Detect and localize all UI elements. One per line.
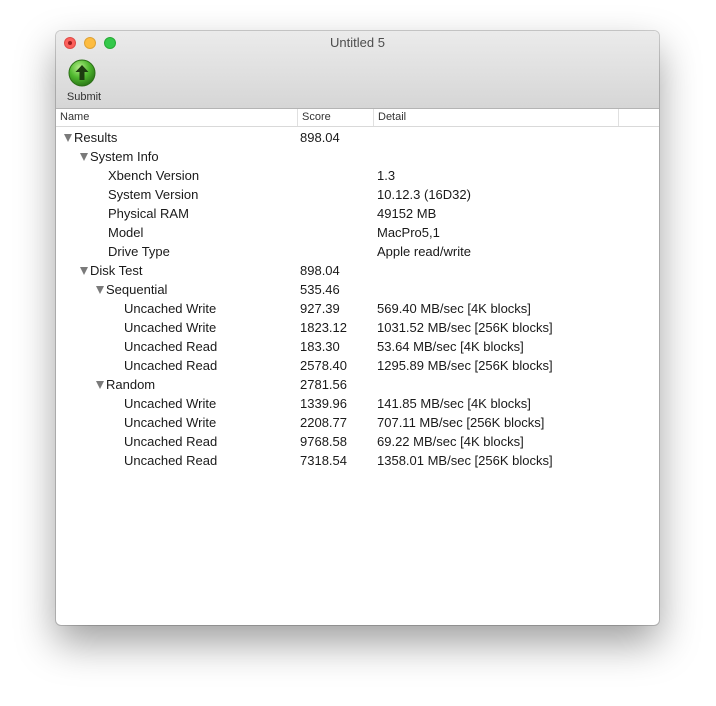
outline-row[interactable]: Uncached Read 183.30 53.64 MB/sec [4K bl… [56,337,659,356]
row-score: 183.30 [300,339,340,354]
title-bar[interactable]: Untitled 5 Submit [56,31,659,109]
row-detail: 53.64 MB/sec [4K blocks] [377,339,524,354]
column-header-extra [618,109,659,126]
row-name: System Version [108,187,199,202]
row-name: Uncached Write [124,396,217,411]
outline-row[interactable]: Model MacPro5,1 [56,223,659,242]
row-name: Xbench Version [108,168,200,183]
row-detail: 1.3 [377,168,396,183]
outline-row[interactable]: Results 898.04 [56,128,659,147]
disclosure-triangle-icon[interactable] [64,134,72,142]
column-header: Name Score Detail [56,109,659,127]
submit-label: Submit [66,91,102,103]
outline-row[interactable]: System Version 10.12.3 (16D32) [56,185,659,204]
row-name: Uncached Read [124,434,218,449]
disclosure-triangle-icon[interactable] [96,286,104,294]
row-detail: 69.22 MB/sec [4K blocks] [377,434,524,449]
row-score: 2208.77 [300,415,347,430]
row-detail: 1295.89 MB/sec [256K blocks] [377,358,553,373]
outline-row[interactable]: Uncached Write 1823.12 1031.52 MB/sec [2… [56,318,659,337]
outline-row[interactable]: Uncached Write 2208.77 707.11 MB/sec [25… [56,413,659,432]
results-outline[interactable]: Results 898.04 System Info Xbench Versio… [56,128,659,470]
row-name: Disk Test [90,263,143,278]
row-score: 898.04 [300,263,340,278]
row-score: 9768.58 [300,434,347,449]
outline-row[interactable]: Uncached Write 927.39 569.40 MB/sec [4K … [56,299,659,318]
outline-row[interactable]: Sequential 535.46 [56,280,659,299]
outline-row[interactable]: Xbench Version 1.3 [56,166,659,185]
outline-row[interactable]: Physical RAM 49152 MB [56,204,659,223]
row-name: Physical RAM [108,206,189,221]
row-name: Uncached Read [124,358,218,373]
row-name: Uncached Write [124,415,217,430]
column-header-detail[interactable]: Detail [373,109,618,126]
row-detail: 1358.01 MB/sec [256K blocks] [377,453,553,468]
upload-arrow-icon [68,59,96,87]
outline-row[interactable]: Uncached Read 9768.58 69.22 MB/sec [4K b… [56,432,659,451]
outline-row[interactable]: Uncached Read 7318.54 1358.01 MB/sec [25… [56,451,659,470]
row-detail: 141.85 MB/sec [4K blocks] [377,396,531,411]
outline-row[interactable]: Random 2781.56 [56,375,659,394]
row-score: 2578.40 [300,358,347,373]
row-name: Uncached Write [124,320,217,335]
row-detail: 49152 MB [377,206,437,221]
row-score: 898.04 [300,130,340,145]
outline-row[interactable]: Uncached Read 2578.40 1295.89 MB/sec [25… [56,356,659,375]
row-detail: Apple read/write [377,244,471,259]
row-score: 2781.56 [300,377,347,392]
row-name: Uncached Read [124,339,218,354]
row-detail: 707.11 MB/sec [256K blocks] [377,415,545,430]
column-header-score[interactable]: Score [297,109,373,126]
row-detail: MacPro5,1 [377,225,440,240]
disclosure-triangle-icon[interactable] [96,381,104,389]
xbench-window: Untitled 5 Submit Name Score Detail Resu… [56,31,659,625]
row-score: 535.46 [300,282,340,297]
column-header-name[interactable]: Name [56,109,297,126]
disclosure-triangle-icon[interactable] [80,267,88,275]
outline-row[interactable]: System Info [56,147,659,166]
row-detail: 1031.52 MB/sec [256K blocks] [377,320,553,335]
row-name: Uncached Read [124,453,218,468]
row-name: System Info [90,149,159,164]
submit-button[interactable]: Submit [62,59,106,105]
window-title: Untitled 5 [330,35,385,50]
row-detail: 569.40 MB/sec [4K blocks] [377,301,531,316]
outline-row[interactable]: Uncached Write 1339.96 141.85 MB/sec [4K… [56,394,659,413]
row-score: 7318.54 [300,453,347,468]
row-detail: 10.12.3 (16D32) [377,187,471,202]
row-name: Random [106,377,156,392]
disclosure-triangle-icon[interactable] [80,153,88,161]
row-score: 1823.12 [300,320,347,335]
row-name: Results [74,130,118,145]
row-name: Model [108,225,144,240]
row-name: Drive Type [108,244,170,259]
outline-row[interactable]: Disk Test 898.04 [56,261,659,280]
row-name: Sequential [106,282,168,297]
outline-row[interactable]: Drive Type Apple read/write [56,242,659,261]
row-name: Uncached Write [124,301,217,316]
row-score: 1339.96 [300,396,347,411]
row-score: 927.39 [300,301,340,316]
